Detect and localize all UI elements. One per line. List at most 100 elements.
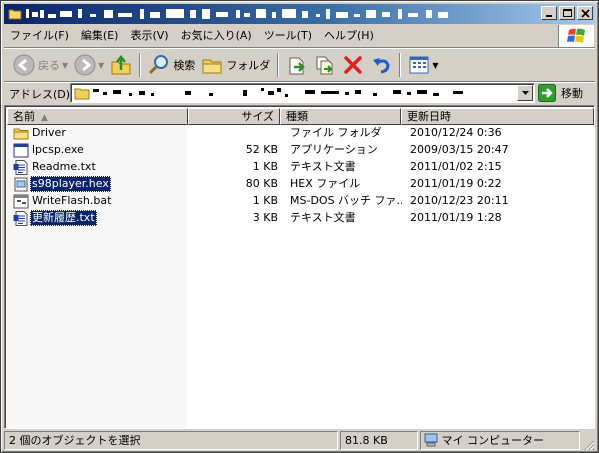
column-header-date[interactable]: 更新日時: [401, 108, 594, 125]
sort-ascending-icon: ▲: [41, 113, 48, 123]
toolbar-separator: [399, 53, 402, 77]
file-date: 2011/01/19 0:22: [410, 177, 502, 190]
chevron-down-icon: [522, 91, 529, 95]
menu-view[interactable]: 表示(V): [124, 27, 174, 45]
file-name[interactable]: Driver: [30, 125, 68, 141]
folder-icon: [13, 128, 29, 140]
status-location-text: マイ コンピューター: [441, 434, 545, 447]
menu-favorites[interactable]: お気に入り(A): [175, 27, 258, 45]
resize-grip-icon[interactable]: [583, 439, 595, 451]
column-header-name[interactable]: 名前 ▲: [7, 108, 188, 125]
column-size-label: サイズ: [241, 110, 274, 123]
views-dropdown-icon[interactable]: ▼: [432, 61, 438, 70]
maximize-button[interactable]: [559, 6, 575, 20]
file-name[interactable]: lpcsp.exe: [30, 142, 86, 158]
status-selection-panel: 2 個のオブジェクトを選択: [4, 431, 338, 450]
file-type: アプリケーション: [290, 143, 378, 156]
table-row[interactable]: s98player.hex 80 KB HEX ファイル 2011/01/19 …: [7, 176, 592, 193]
copy-to-button[interactable]: [311, 51, 339, 79]
file-type: MS-DOS バッチ ファ...: [290, 194, 402, 207]
search-label: 検索: [173, 59, 196, 72]
views-button[interactable]: ▼: [405, 51, 441, 79]
address-dropdown-button[interactable]: [517, 85, 533, 101]
text-document-icon: [13, 211, 28, 226]
up-folder-button[interactable]: [107, 51, 135, 79]
explorer-window: ファイル(F) 編集(E) 表示(V) お気に入り(A) ツール(T) ヘルプ(…: [0, 0, 599, 453]
search-icon: [149, 55, 169, 75]
table-row[interactable]: lpcsp.exe 52 KB アプリケーション 2009/03/15 20:4…: [7, 142, 592, 159]
column-header-size[interactable]: サイズ: [188, 108, 280, 125]
status-size-text: 81.8 KB: [345, 434, 388, 447]
address-folder-icon: [74, 88, 90, 100]
menu-tools[interactable]: ツール(T): [258, 27, 318, 45]
delete-x-icon: [344, 56, 363, 74]
batch-file-icon: [13, 194, 29, 209]
copy-to-icon: [316, 56, 333, 75]
back-label: 戻る: [38, 59, 60, 72]
table-row[interactable]: Driver ファイル フォルダ 2010/12/24 0:36: [7, 125, 592, 142]
table-row[interactable]: 更新履歴.txt 3 KB テキスト文書 2011/01/19 1:28: [7, 210, 592, 227]
delete-button[interactable]: [339, 51, 367, 79]
undo-icon: [373, 58, 390, 74]
back-button[interactable]: 戻る ▼: [10, 51, 71, 79]
go-arrow-icon: [538, 84, 556, 102]
column-date-label: 更新日時: [407, 110, 451, 123]
folders-button[interactable]: フォルダ: [198, 51, 273, 79]
toolbar-separator: [139, 53, 142, 77]
file-type: テキスト文書: [290, 160, 356, 173]
address-input[interactable]: [70, 83, 535, 103]
undo-button[interactable]: [367, 51, 395, 79]
file-date: 2010/12/23 20:11: [410, 194, 509, 207]
file-date: 2011/01/02 2:15: [410, 160, 502, 173]
go-label: 移動: [561, 87, 583, 100]
search-button[interactable]: 検索: [145, 51, 198, 79]
column-name-label: 名前: [13, 110, 35, 123]
forward-arrow-icon: [74, 54, 96, 76]
file-name[interactable]: Readme.txt: [30, 159, 98, 175]
file-date: 2009/03/15 20:47: [410, 143, 509, 156]
text-document-icon: [13, 160, 28, 175]
go-button[interactable]: 移動: [538, 83, 594, 103]
file-type: HEX ファイル: [290, 177, 361, 190]
file-size: 80 KB: [245, 177, 278, 190]
address-path-redacted: [93, 88, 463, 97]
status-size-panel: 81.8 KB: [340, 431, 418, 450]
menu-help[interactable]: ヘルプ(H): [318, 27, 380, 45]
minimize-icon: [546, 15, 552, 17]
folders-label: フォルダ: [226, 59, 271, 72]
standard-toolbar: 戻る ▼ ▼ 検索 フォルダ ▼: [4, 49, 595, 81]
close-button[interactable]: [577, 6, 593, 20]
maximize-icon: [563, 9, 572, 17]
back-dropdown-icon[interactable]: ▼: [62, 61, 68, 70]
windows-logo: [558, 25, 594, 47]
menu-file[interactable]: ファイル(F): [4, 27, 75, 45]
table-row[interactable]: Readme.txt 1 KB テキスト文書 2011/01/02 2:15: [7, 159, 592, 176]
move-to-button[interactable]: [283, 51, 311, 79]
my-computer-icon: [424, 433, 438, 447]
minimize-button[interactable]: [541, 6, 557, 20]
file-size: 52 KB: [245, 143, 278, 156]
title-bar[interactable]: [4, 4, 595, 24]
up-folder-icon: [111, 54, 131, 75]
file-name[interactable]: WriteFlash.bat: [30, 193, 113, 209]
toolbar-separator: [277, 53, 280, 77]
address-label: アドレス(D): [9, 88, 71, 101]
window-title-redacted: [26, 6, 456, 22]
forward-dropdown-icon[interactable]: ▼: [98, 61, 104, 70]
menu-edit[interactable]: 編集(E): [75, 27, 125, 45]
table-row[interactable]: WriteFlash.bat 1 KB MS-DOS バッチ ファ... 201…: [7, 193, 592, 210]
file-name[interactable]: 更新履歴.txt: [30, 210, 97, 226]
status-bar: 2 個のオブジェクトを選択 81.8 KB マイ コンピューター: [4, 431, 595, 451]
file-list-view[interactable]: 名前 ▲ サイズ 種類 更新日時 Driver ファイル フォルダ 2010/12…: [4, 105, 595, 429]
move-to-icon: [289, 57, 306, 75]
column-header-type[interactable]: 種類: [280, 108, 401, 125]
file-name[interactable]: s98player.hex: [30, 176, 111, 192]
file-type: テキスト文書: [290, 211, 356, 224]
status-selection-text: 2 個のオブジェクトを選択: [9, 434, 141, 447]
file-size: 3 KB: [252, 211, 278, 224]
forward-button[interactable]: ▼: [71, 51, 107, 79]
menu-bar: ファイル(F) 編集(E) 表示(V) お気に入り(A) ツール(T) ヘルプ(…: [4, 25, 559, 47]
back-arrow-icon: [13, 54, 35, 76]
status-location-panel: マイ コンピューター: [420, 431, 580, 450]
column-type-label: 種類: [286, 110, 308, 123]
